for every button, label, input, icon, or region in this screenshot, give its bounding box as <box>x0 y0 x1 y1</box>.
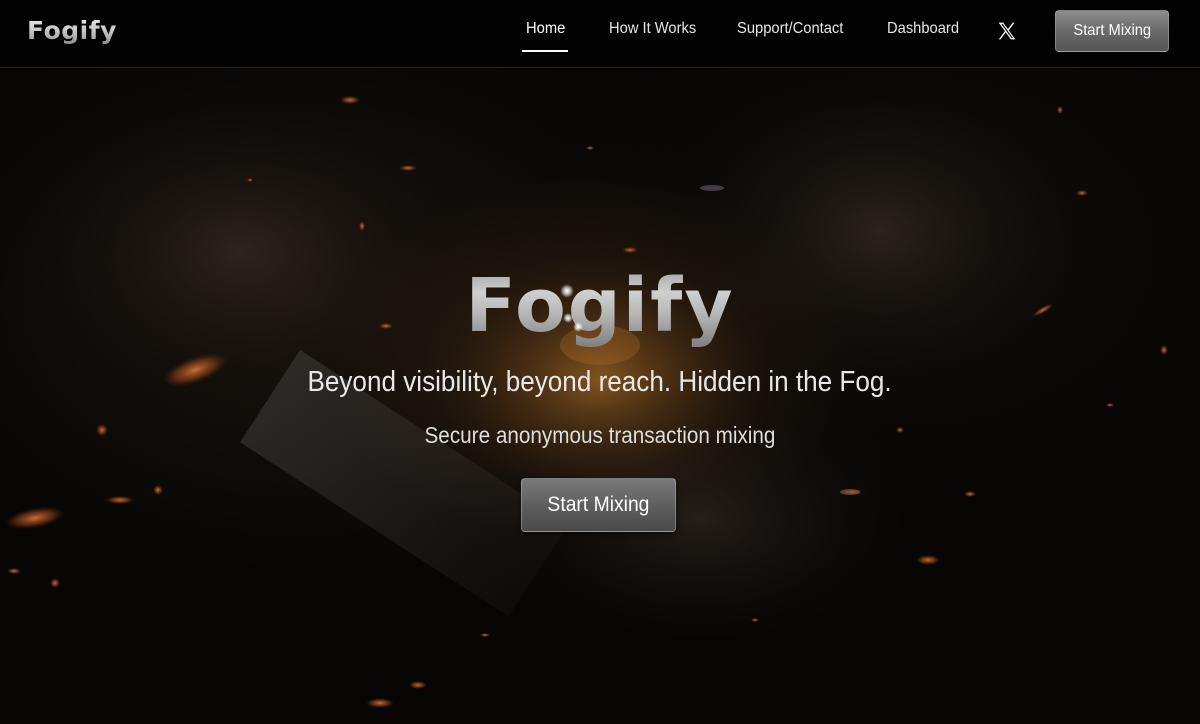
hero-subtitle: Secure anonymous transaction mixing <box>0 422 1200 449</box>
nav-start-mixing-label: Start Mixing <box>1073 22 1151 39</box>
nav-link-dashboard[interactable]: Dashboard <box>887 20 959 38</box>
hero-tagline-text: Beyond visibility, beyond reach. Hidden … <box>307 366 893 398</box>
logo[interactable]: Fogify <box>27 16 117 45</box>
sparkle-icon <box>573 322 583 332</box>
nav-active-underline <box>522 50 568 52</box>
nav-link-how-it-works[interactable]: How It Works <box>609 20 696 38</box>
ember-background <box>5 80 1168 708</box>
landing-page: Fogify Home How It Works Support/Contact… <box>0 0 1200 724</box>
nav-link-support-contact[interactable]: Support/Contact <box>737 20 843 38</box>
nav-start-mixing-button[interactable]: Start Mixing <box>1055 10 1169 52</box>
x-icon[interactable] <box>997 21 1017 41</box>
top-navbar: Fogify Home How It Works Support/Contact… <box>0 0 1200 68</box>
hero-start-mixing-button[interactable]: Start Mixing <box>521 478 676 532</box>
hero-subtitle-text: Secure anonymous transaction mixing <box>424 422 776 448</box>
hero-start-mixing-label: Start Mixing <box>547 493 650 516</box>
hero-title: Fogify <box>0 262 1200 350</box>
nav-link-home[interactable]: Home <box>526 20 565 38</box>
sparkle-icon <box>563 313 573 323</box>
sparkle-icon <box>560 284 574 298</box>
hero-tagline: Beyond visibility, beyond reach. Hidden … <box>0 366 1200 399</box>
